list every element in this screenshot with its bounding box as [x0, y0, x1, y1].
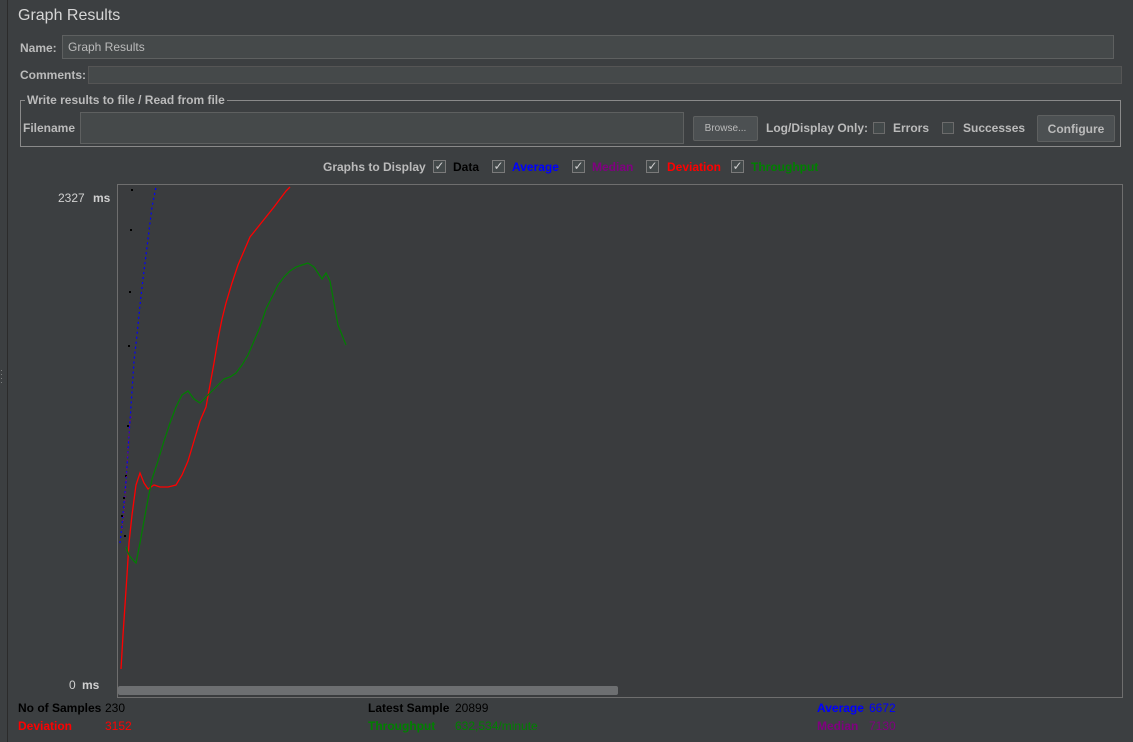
graphs-to-display-label: Graphs to Display: [323, 160, 426, 174]
throughput-series-line: [125, 262, 347, 565]
average-checkbox[interactable]: ✓: [492, 160, 505, 173]
graph-plot-area: [117, 184, 1123, 698]
deviation-series-line: [120, 186, 291, 670]
data-series-label: Data: [453, 160, 480, 174]
throughput-value: 632,534/minute: [455, 719, 538, 733]
deviation-label: Deviation: [18, 719, 73, 733]
filename-input[interactable]: [80, 112, 684, 144]
filename-label: Filename: [23, 121, 76, 135]
latest-sample-value: 20899: [455, 701, 489, 715]
data-checkbox[interactable]: ✓: [433, 160, 446, 173]
browse-button[interactable]: Browse...: [693, 116, 758, 141]
deviation-checkbox[interactable]: ✓: [646, 160, 659, 173]
data-series-points: [121, 189, 133, 537]
average-series-line: [119, 186, 157, 544]
page-title: Graph Results: [18, 7, 121, 24]
successes-checkbox[interactable]: [942, 122, 954, 134]
deviation-series-label: Deviation: [667, 160, 722, 174]
y-axis-max: 2327: [58, 191, 85, 205]
median-label: Median: [817, 719, 859, 733]
no-samples-label: No of Samples: [18, 701, 102, 715]
name-input[interactable]: [62, 35, 1114, 59]
median-series-label: Median: [592, 160, 634, 174]
y-axis-unit-bottom: ms: [82, 678, 100, 692]
errors-checkbox[interactable]: [873, 122, 885, 134]
configure-button[interactable]: Configure: [1037, 115, 1115, 142]
successes-label: Successes: [963, 121, 1026, 135]
splitter-grip-icon[interactable]: · · · ·: [0, 366, 6, 387]
name-label: Name:: [20, 41, 57, 55]
comments-input[interactable]: [88, 66, 1122, 84]
deviation-value: 3152: [105, 719, 132, 733]
throughput-label: Throughput: [368, 719, 436, 733]
throughput-series-label: Throughput: [751, 160, 819, 174]
no-samples-value: 230: [105, 701, 126, 715]
errors-label: Errors: [893, 121, 930, 135]
graph-horizontal-scrollbar[interactable]: [118, 686, 618, 695]
comments-label: Comments:: [20, 68, 87, 82]
left-panel-divider[interactable]: · · · ·: [0, 0, 8, 742]
average-label: Average: [817, 701, 864, 715]
log-display-label: Log/Display Only:: [766, 121, 869, 135]
average-series-label: Average: [512, 160, 559, 174]
graph-canvas: [119, 186, 347, 670]
latest-sample-label: Latest Sample: [368, 701, 450, 715]
median-value: 7130: [869, 719, 896, 733]
y-axis-min: 0: [69, 678, 76, 692]
median-checkbox[interactable]: ✓: [572, 160, 585, 173]
throughput-checkbox[interactable]: ✓: [731, 160, 744, 173]
file-section-title: Write results to file / Read from file: [25, 93, 227, 107]
average-value: 6672: [869, 701, 896, 715]
y-axis-unit-top: ms: [93, 191, 111, 205]
